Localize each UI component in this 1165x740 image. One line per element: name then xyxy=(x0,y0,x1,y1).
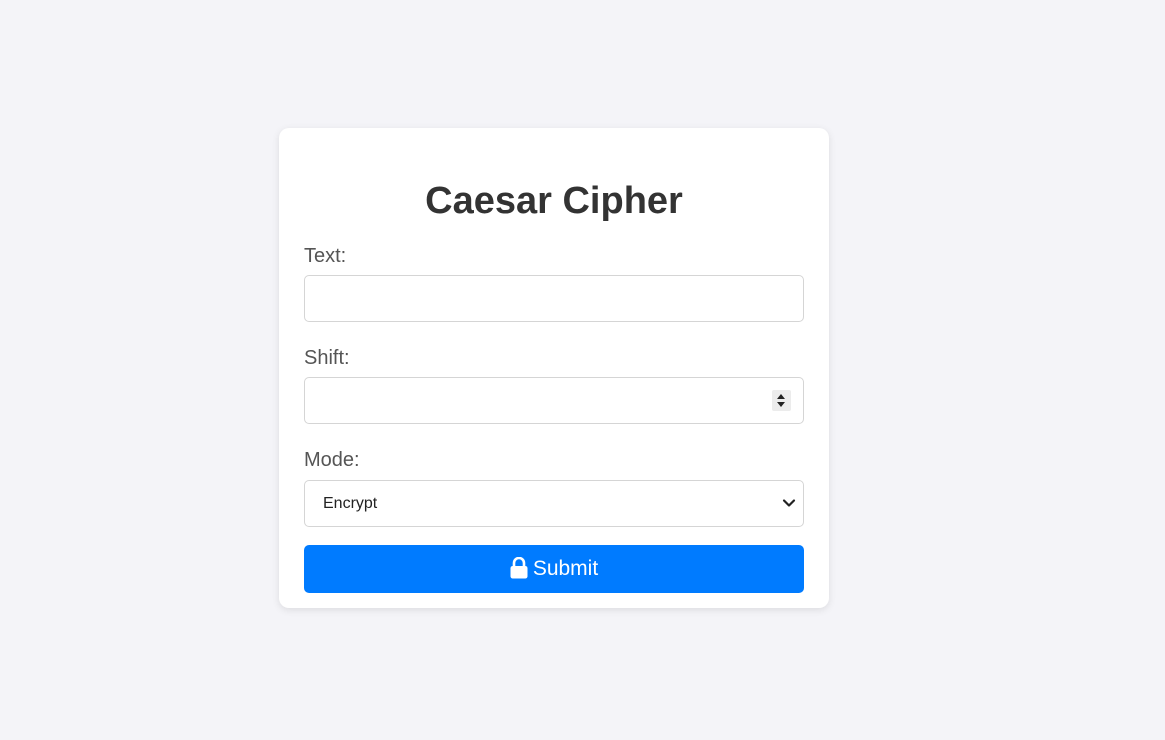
mode-label: Mode: xyxy=(304,449,360,471)
spin-down-icon[interactable] xyxy=(777,402,785,407)
chevron-down-icon xyxy=(782,499,796,507)
shift-input[interactable] xyxy=(304,377,804,424)
mode-select-value: Encrypt xyxy=(323,495,378,512)
caesar-cipher-card: Caesar Cipher Text: Shift: Mode: Encrypt… xyxy=(279,128,829,608)
submit-label: Submit xyxy=(532,557,599,580)
text-input[interactable] xyxy=(304,275,804,322)
shift-label: Shift: xyxy=(304,347,350,369)
text-label: Text: xyxy=(304,245,347,267)
mode-select[interactable]: Encrypt xyxy=(304,480,804,527)
lock-icon xyxy=(510,557,528,579)
submit-button[interactable]: Submit xyxy=(304,545,804,593)
spin-up-icon[interactable] xyxy=(777,394,785,399)
shift-spinner[interactable] xyxy=(772,390,791,411)
page-title: Caesar Cipher xyxy=(425,180,683,222)
